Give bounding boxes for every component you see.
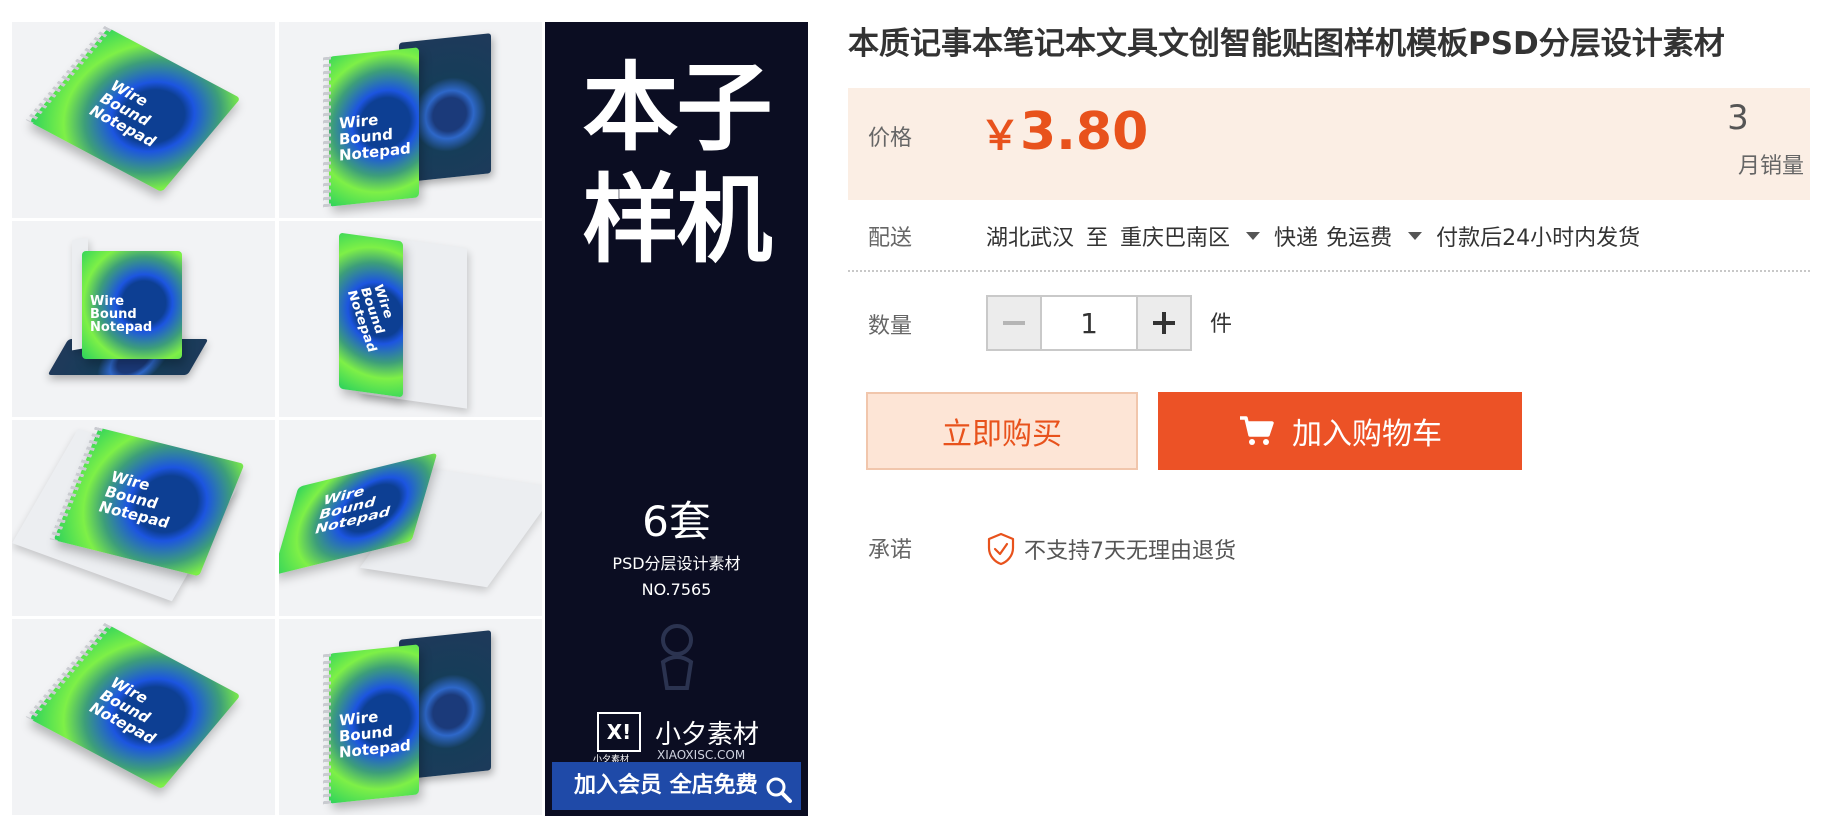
pad-label: Wire Bound Notepad — [312, 483, 393, 538]
banner-number: NO.7565 — [641, 580, 712, 599]
shield-check-icon — [987, 532, 1015, 566]
decrease-button[interactable] — [988, 297, 1042, 349]
buy-now-button[interactable]: 立即购买 — [866, 392, 1138, 470]
banner-subtitle: PSD分层设计素材 — [612, 554, 741, 573]
price: ￥3.80 — [980, 102, 1148, 162]
delivery-info: 湖北武汉 至 重庆巴南区 快递 免运费 付款后24小时内发货 — [986, 220, 1640, 252]
membership-text: 加入会员 全店免费 — [574, 773, 758, 798]
gallery-thumb[interactable]: Wire Bound Notepad — [279, 619, 542, 815]
pad-label: Wire Bound Notepad — [90, 294, 153, 335]
monthly-sales-label: 月销量 — [1737, 154, 1804, 179]
promise-label: 承诺 — [868, 538, 913, 563]
brand-logo: X! — [597, 712, 641, 752]
quantity-label: 数量 — [868, 314, 913, 339]
promo-banner[interactable]: 本子 样机 6套 PSD分层设计素材 NO.7565 X! 小夕素材 小夕素材 … — [545, 22, 808, 816]
quantity-stepper[interactable] — [986, 295, 1192, 351]
monthly-sales-count: 3 — [1727, 98, 1749, 138]
plus-icon — [1153, 312, 1175, 334]
price-label: 价格 — [868, 126, 913, 151]
gallery-thumb[interactable]: Wire Bound Notepad — [279, 420, 542, 616]
notepad-image: Wire Bound Notepad — [323, 644, 419, 805]
delivery-to: 至 — [1086, 226, 1109, 251]
price-panel: 价格 ￥3.80 3 月销量 — [848, 88, 1810, 200]
gallery-thumb[interactable]: Wire Bound Notepad — [12, 420, 275, 616]
dispatch-note: 付款后24小时内发货 — [1436, 226, 1641, 251]
add-to-cart-button[interactable]: 加入购物车 — [1158, 392, 1522, 470]
chevron-down-icon — [1408, 232, 1423, 240]
pad-label: Wire Bound Notepad — [85, 77, 161, 150]
brand-name: 小夕素材 — [655, 720, 760, 750]
gallery-thumb[interactable]: Wire Bound Notepad — [12, 22, 275, 218]
shipping-fee: 免运费 — [1326, 226, 1393, 251]
pad-label: Wire Bound Notepad — [95, 467, 173, 532]
notepad-image: Wire Bound Notepad — [25, 622, 241, 790]
divider — [848, 270, 1810, 272]
pad-label: Wire Bound Notepad — [85, 674, 161, 747]
promise-info: 不支持7天无理由退货 — [986, 532, 1236, 566]
banner-set-count: 6套 — [642, 497, 711, 546]
currency-symbol: ￥ — [980, 113, 1020, 159]
banner-title: 本子 样机 — [582, 52, 773, 276]
destination-select[interactable]: 重庆巴南区 — [1120, 220, 1274, 252]
product-title: 本质记事本笔记本文具文创智能贴图样机模板PSD分层设计素材 — [848, 26, 1725, 62]
shipping-method: 快递 — [1274, 226, 1319, 251]
cart-icon — [1240, 416, 1274, 445]
magnifier-icon[interactable] — [765, 774, 793, 803]
gallery-thumb[interactable]: Wire Bound Notepad — [12, 619, 275, 815]
destination-value: 重庆巴南区 — [1120, 226, 1231, 251]
minus-icon — [1003, 321, 1025, 325]
gallery-thumb[interactable]: Wire Bound Notepad — [279, 221, 542, 417]
watermark-icon — [655, 622, 699, 692]
shipping-select[interactable]: 快递 免运费 — [1274, 220, 1436, 252]
delivery-label: 配送 — [868, 226, 913, 251]
pad-label: Wire Bound Notepad — [343, 283, 396, 354]
notepad-image: Wire Bound Notepad — [323, 47, 419, 208]
origin-location: 湖北武汉 — [986, 226, 1075, 251]
pad-label: Wire Bound Notepad — [339, 110, 411, 165]
add-to-cart-label: 加入购物车 — [1292, 417, 1442, 452]
quantity-unit: 件 — [1210, 312, 1233, 337]
notepad-image: Wire Bound Notepad — [82, 251, 182, 359]
gallery-thumb[interactable]: Wire Bound Notepad — [279, 22, 542, 218]
brand-url: XIAOXISC.COM — [657, 748, 746, 762]
increase-button[interactable] — [1136, 297, 1190, 349]
buy-now-label: 立即购买 — [942, 417, 1062, 452]
membership-banner-bar[interactable]: 加入会员 全店免费 — [552, 762, 801, 810]
notepad-image: Wire Bound Notepad — [339, 232, 403, 398]
promise-text: 不支持7天无理由退货 — [1024, 539, 1236, 564]
price-amount: 3.80 — [1020, 102, 1149, 162]
notepad-image: Wire Bound Notepad — [25, 25, 241, 193]
product-image-gallery[interactable]: Wire Bound Notepad Wire Bound Notepad Wi… — [12, 22, 542, 816]
gallery-thumb[interactable]: Wire Bound Notepad — [12, 221, 275, 417]
pad-label: Wire Bound Notepad — [339, 707, 411, 762]
quantity-input[interactable] — [1042, 297, 1136, 349]
chevron-down-icon — [1246, 232, 1261, 240]
